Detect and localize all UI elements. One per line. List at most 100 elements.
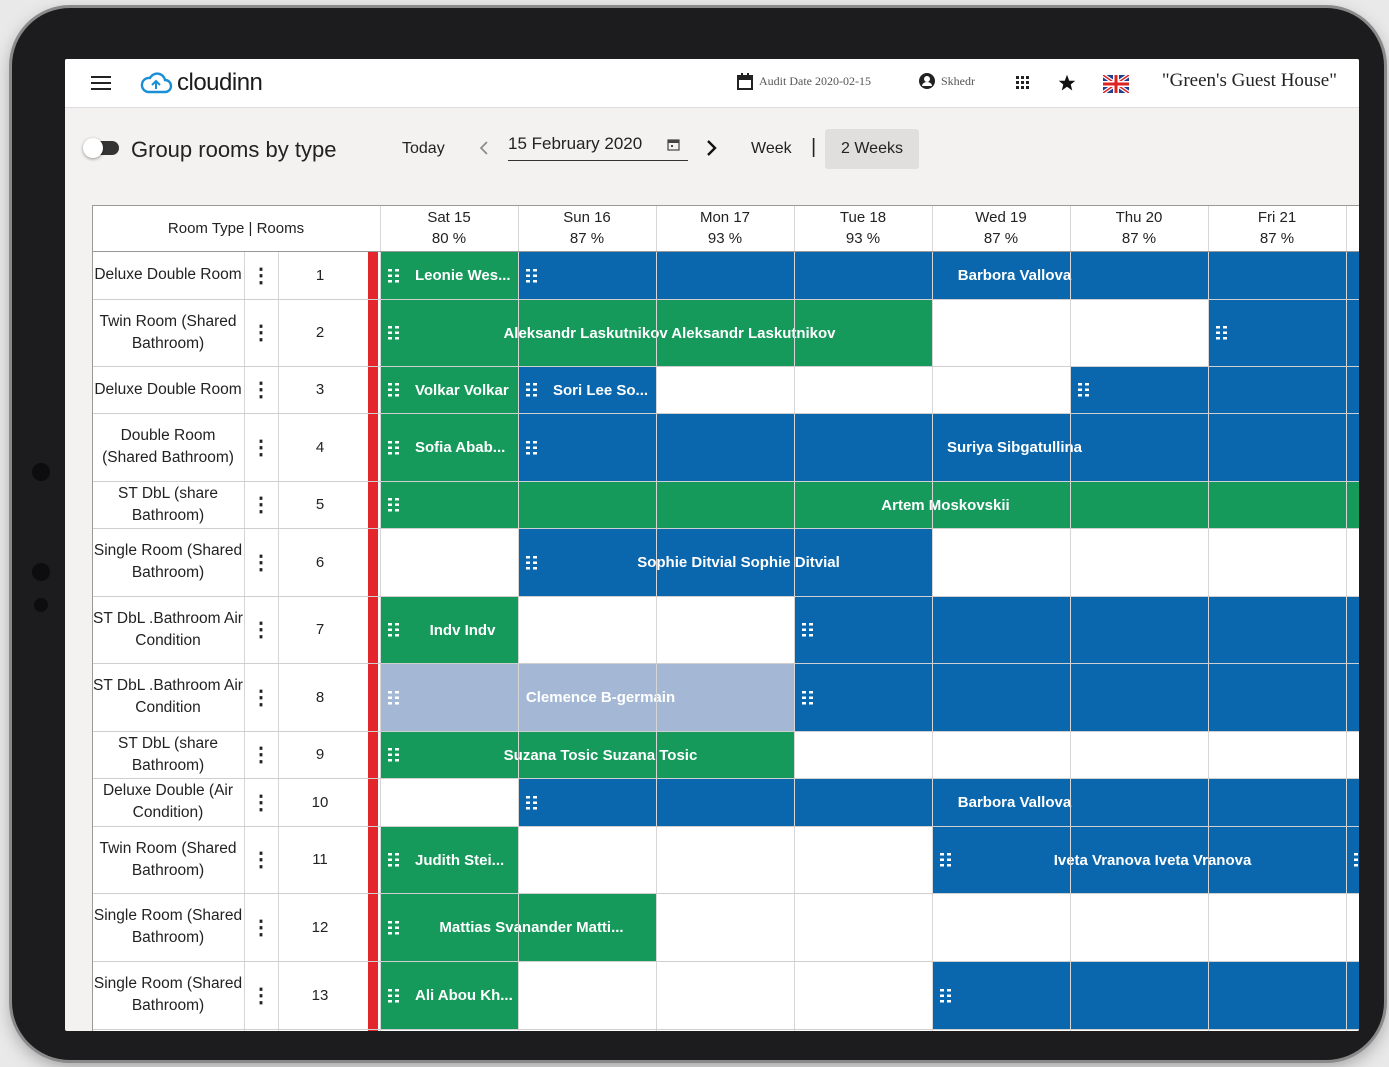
drag-handle-icon[interactable]: [795, 690, 821, 705]
drag-handle-icon[interactable]: [381, 440, 407, 455]
booking-block[interactable]: Barbora Vallova: [519, 779, 1359, 826]
booking-block[interactable]: Suzana Tosic Suzana Tosic: [381, 732, 794, 778]
chevron-left-icon[interactable]: [479, 140, 489, 156]
booking-block[interactable]: Volkar Volkar: [381, 367, 518, 413]
room-options-icon[interactable]: ⋮: [244, 528, 278, 596]
guest-name: Anast: [1235, 325, 1359, 342]
guest-name: Sori Lee So...: [553, 381, 649, 399]
booking-block[interactable]: Sofia Abab...: [381, 414, 518, 481]
booking-block[interactable]: [1071, 367, 1359, 413]
day-column-divider: [656, 205, 657, 1031]
drag-handle-icon[interactable]: [933, 853, 959, 867]
booking-block[interactable]: Ali Abou Kh...: [381, 962, 518, 1029]
room-options-icon[interactable]: ⋮: [244, 826, 278, 893]
room-options-icon[interactable]: ⋮: [244, 366, 278, 413]
booking-block[interactable]: Clemence B-germain: [381, 664, 794, 731]
room-options-icon[interactable]: ⋮: [244, 481, 278, 528]
hotel-name[interactable]: "Green's Guest House": [1162, 70, 1337, 92]
drag-handle-icon[interactable]: [933, 988, 959, 1003]
booking-block[interactable]: Artem Moskovskii: [381, 482, 1359, 528]
booking-block[interactable]: Barbora Vallova: [519, 252, 1359, 299]
booking-area: Leonie Wes... Barbora Vallova Aleksandr La…: [380, 251, 1359, 1031]
drag-handle-icon[interactable]: [795, 623, 821, 637]
user-icon: [919, 73, 935, 89]
room-number: 5: [315, 496, 325, 513]
room-type-header: Room Type | Rooms: [92, 205, 381, 251]
room-options-icon[interactable]: ⋮: [244, 893, 278, 961]
day-header: Thu 20 87 %: [1070, 207, 1208, 249]
logo-text: cloudinn: [177, 69, 263, 96]
drag-handle-icon[interactable]: [381, 920, 407, 935]
drag-handle-icon[interactable]: [381, 623, 407, 637]
booking-block[interactable]: [1347, 827, 1359, 893]
drag-handle-icon[interactable]: [519, 555, 545, 570]
day-header: Tue 18 93 %: [794, 207, 932, 249]
drag-handle-icon[interactable]: [381, 326, 407, 340]
room-options-icon[interactable]: ⋮: [244, 299, 278, 366]
day-header: Fri 21 87 %: [1208, 207, 1346, 249]
room-options-icon[interactable]: ⋮: [244, 778, 278, 826]
today-button[interactable]: Today: [402, 140, 445, 158]
date-value: 15 February 2020: [508, 134, 643, 153]
day-label: Tue 18: [839, 209, 887, 226]
room-options-icon[interactable]: ⋮: [244, 251, 278, 299]
guest-name: Judith Stei...: [415, 851, 505, 869]
occupancy-percent: 87 %: [569, 230, 605, 247]
drag-handle-icon[interactable]: [519, 268, 545, 283]
two-weeks-button[interactable]: 2 Weeks: [825, 129, 919, 169]
drag-handle-icon[interactable]: [1071, 383, 1097, 397]
booking-block[interactable]: Indv Indv: [381, 597, 518, 663]
room-type-label: Double Room (Shared Bathroom): [102, 427, 234, 466]
week-button[interactable]: Week: [751, 140, 792, 158]
room-number: 3: [315, 381, 325, 398]
occupancy-percent: 93 %: [707, 230, 743, 247]
booking-block[interactable]: Anast: [1209, 300, 1359, 366]
guest-name: Barbora Vallova: [957, 794, 1072, 811]
drag-handle-icon[interactable]: [1347, 853, 1359, 867]
grid-line: [92, 205, 1359, 206]
booking-block[interactable]: Suriya Sibgatullina: [519, 414, 1359, 481]
group-rooms-toggle[interactable]: [83, 138, 119, 158]
menu-icon[interactable]: [91, 76, 111, 90]
booking-block[interactable]: Leonie Wes...: [381, 252, 518, 299]
booking-block[interactable]: Sophie Ditvial Sophie Ditvial: [519, 529, 932, 596]
drag-handle-icon[interactable]: [381, 383, 407, 397]
room-type-label: Twin Room (Shared Bathroom): [99, 312, 237, 352]
occupancy-percent: 87 %: [1121, 230, 1157, 247]
star-icon[interactable]: [1058, 74, 1076, 92]
booking-block[interactable]: Nikola Jov: [795, 597, 1359, 663]
date-picker[interactable]: 15 February 2020: [508, 134, 688, 161]
audit-date[interactable]: Audit Date 2020-02-15: [737, 73, 871, 90]
booking-block[interactable]: Nikola Jov: [795, 664, 1359, 731]
booking-block[interactable]: Sori Lee So...: [519, 367, 656, 413]
drag-handle-icon[interactable]: [381, 498, 407, 512]
booking-block[interactable]: Iveta Vranova Iveta Vranova: [933, 827, 1346, 893]
uk-flag-icon[interactable]: [1103, 75, 1129, 93]
drag-handle-icon[interactable]: [519, 440, 545, 455]
room-options-icon[interactable]: ⋮: [244, 961, 278, 1029]
room-options-icon[interactable]: ⋮: [244, 413, 278, 481]
drag-handle-icon[interactable]: [381, 988, 407, 1003]
app-logo[interactable]: cloudinn: [139, 69, 263, 97]
day-column-divider: [380, 205, 381, 1031]
user-menu[interactable]: Skhedr: [919, 73, 975, 89]
room-number: 1: [315, 266, 325, 284]
drag-handle-icon[interactable]: [519, 383, 545, 397]
drag-handle-icon[interactable]: [1209, 326, 1235, 340]
chevron-right-icon[interactable]: [705, 139, 717, 157]
room-options-icon[interactable]: ⋮: [244, 596, 278, 663]
drag-handle-icon[interactable]: [519, 795, 545, 810]
drag-handle-icon[interactable]: [381, 690, 407, 705]
booking-block[interactable]: Judith Stei...: [381, 827, 518, 893]
guest-name: Nikola Jov: [821, 689, 1359, 706]
day-column-divider: [518, 205, 519, 1031]
room-type-header-label: Room Type | Rooms: [167, 219, 305, 237]
drag-handle-icon[interactable]: [381, 853, 407, 867]
drag-handle-icon[interactable]: [381, 268, 407, 283]
drag-handle-icon[interactable]: [381, 748, 407, 762]
booking-block[interactable]: Serg: [933, 962, 1359, 1029]
room-options-icon[interactable]: ⋮: [244, 663, 278, 731]
view-separator: |: [811, 136, 817, 158]
apps-grid-icon[interactable]: [1016, 76, 1030, 90]
room-options-icon[interactable]: ⋮: [244, 731, 278, 778]
